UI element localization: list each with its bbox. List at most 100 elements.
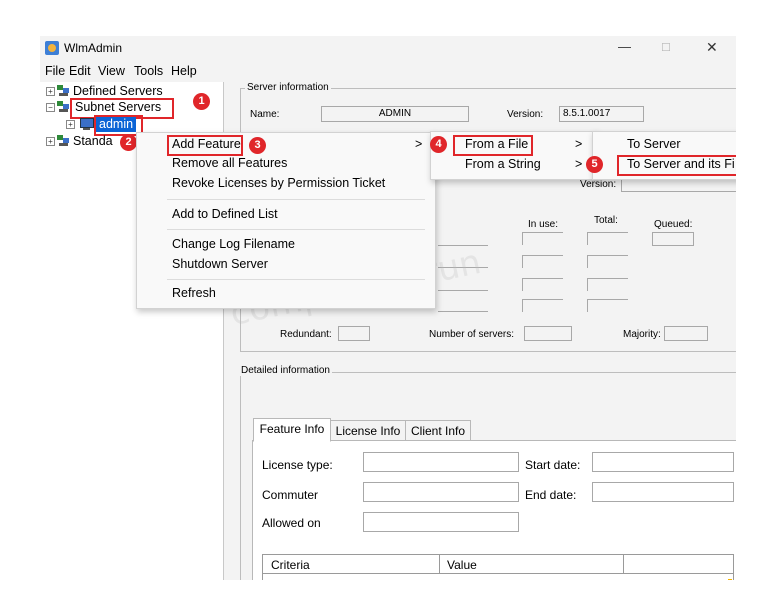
tab-client-info[interactable]: Client Info: [405, 420, 471, 442]
redundant-label: Redundant:: [280, 329, 332, 340]
total-field: [587, 299, 628, 312]
in-use-label: In use:: [528, 219, 559, 230]
close-button[interactable]: ✕: [706, 39, 718, 56]
queued-field: [652, 232, 694, 246]
maximize-button[interactable]: □: [662, 39, 670, 54]
table-header-row: [263, 555, 733, 574]
criteria-table: Criteria Value: [262, 554, 734, 580]
table-header-criteria[interactable]: Criteria: [271, 558, 310, 572]
menu-item-revoke-licenses[interactable]: Revoke Licenses by Permission Ticket: [137, 173, 435, 195]
tab-license-info[interactable]: License Info: [329, 420, 407, 442]
tab-feature-info[interactable]: Feature Info: [253, 418, 331, 442]
step-badge-4: 4: [430, 136, 447, 153]
menu-file[interactable]: File: [45, 64, 65, 78]
menu-item-to-server[interactable]: To Server: [593, 134, 736, 156]
tree-label-defined-servers: Defined Servers: [73, 84, 163, 98]
tree-label-standalone: Standa: [73, 134, 113, 148]
menu-separator: [167, 279, 425, 280]
majority-label: Majority:: [623, 329, 661, 340]
submenu-arrow-icon: >: [415, 137, 423, 151]
expand-plus-icon[interactable]: +: [46, 87, 55, 96]
menu-separator: [167, 229, 425, 230]
menu-separator: [167, 199, 425, 200]
step-badge-2: 2: [120, 134, 137, 151]
feature-field: [438, 299, 488, 312]
queued-label: Queued:: [654, 219, 693, 230]
version2-label: Version:: [580, 179, 617, 190]
menu-view[interactable]: View: [98, 64, 125, 78]
commuter-field: [363, 482, 519, 502]
in-use-field: [522, 299, 563, 312]
minimize-button[interactable]: —: [618, 39, 631, 54]
in-use-field: [522, 278, 563, 291]
context-menu: Add Feature > Remove all Features Revoke…: [136, 132, 436, 309]
start-date-field: [592, 452, 734, 472]
expand-plus-icon[interactable]: +: [46, 137, 55, 146]
step-badge-1: 1: [193, 93, 210, 110]
scroll-indicator: [728, 579, 732, 580]
name-label: Name:: [250, 109, 280, 120]
menu-item-remove-all-features[interactable]: Remove all Features: [137, 153, 435, 175]
highlight-add-feature: [167, 135, 243, 156]
end-date-label: End date:: [525, 488, 577, 502]
number-of-servers-field: [524, 326, 572, 341]
license-type-field: [363, 452, 519, 472]
menu-item-label: Refresh: [172, 286, 216, 300]
in-use-field: [522, 255, 563, 268]
highlight-from-a-file: [453, 135, 533, 156]
total-field: [587, 255, 628, 268]
submenu-arrow-icon: >: [575, 137, 583, 151]
name-field: ADMIN: [321, 106, 469, 122]
license-type-label: License type:: [262, 458, 333, 472]
column-divider: [623, 555, 624, 573]
version-field: 8.5.1.0017: [559, 106, 644, 122]
server-group-icon: [57, 135, 70, 147]
computer-icon: [80, 118, 94, 130]
menu-item-label: Change Log Filename: [172, 237, 295, 251]
server-group-icon: [57, 101, 70, 113]
start-date-label: Start date:: [525, 458, 581, 472]
menu-item-label: Shutdown Server: [172, 257, 268, 271]
detail-group-title: Detailed information: [239, 365, 332, 376]
menu-tools[interactable]: Tools: [134, 64, 163, 78]
menu-item-change-log-filename[interactable]: Change Log Filename: [137, 234, 435, 256]
allowed-on-field: [363, 512, 519, 532]
server-info-title: Server information: [245, 82, 331, 93]
number-of-servers-label: Number of servers:: [429, 329, 515, 340]
highlight-to-server-and-files: [617, 155, 736, 176]
menu-item-label: Revoke Licenses by Permission Ticket: [172, 176, 386, 190]
step-badge-5: 5: [586, 156, 603, 173]
allowed-on-label: Allowed on: [262, 516, 321, 530]
in-use-field: [522, 232, 563, 245]
version-label: Version:: [507, 109, 544, 120]
window-title: WlmAdmin: [64, 41, 123, 55]
menu-item-from-a-string[interactable]: From a String >: [431, 154, 597, 176]
step-badge-3: 3: [249, 137, 266, 154]
redundant-field: [338, 326, 370, 341]
column-divider: [439, 555, 440, 573]
server-group-icon: [57, 85, 70, 97]
total-field: [587, 278, 628, 291]
menu-item-label: Add to Defined List: [172, 207, 278, 221]
menu-help[interactable]: Help: [171, 64, 197, 78]
menu-bar: File Edit View Tools Help: [40, 62, 736, 82]
menu-item-add-to-defined-list[interactable]: Add to Defined List: [137, 204, 435, 226]
tree-item-standalone[interactable]: + Standa: [40, 134, 120, 150]
end-date-field: [592, 482, 734, 502]
submenu-arrow-icon: >: [575, 157, 583, 171]
collapse-minus-icon[interactable]: −: [46, 103, 55, 112]
commuter-label: Commuter: [262, 488, 319, 502]
table-header-value[interactable]: Value: [447, 558, 477, 572]
expand-plus-icon[interactable]: +: [66, 120, 75, 129]
majority-field: [664, 326, 708, 341]
menu-item-refresh[interactable]: Refresh: [137, 283, 435, 305]
menu-item-label: To Server: [627, 137, 681, 151]
total-field: [587, 232, 628, 245]
menu-item-shutdown-server[interactable]: Shutdown Server: [137, 254, 435, 276]
menu-edit[interactable]: Edit: [69, 64, 91, 78]
app-icon: [45, 41, 59, 55]
menu-item-label: From a String: [465, 157, 541, 171]
total-label: Total:: [594, 215, 618, 226]
title-bar: WlmAdmin — □ ✕: [40, 36, 736, 62]
app-window: WlmAdmin — □ ✕ File Edit View Tools Help…: [40, 36, 736, 580]
